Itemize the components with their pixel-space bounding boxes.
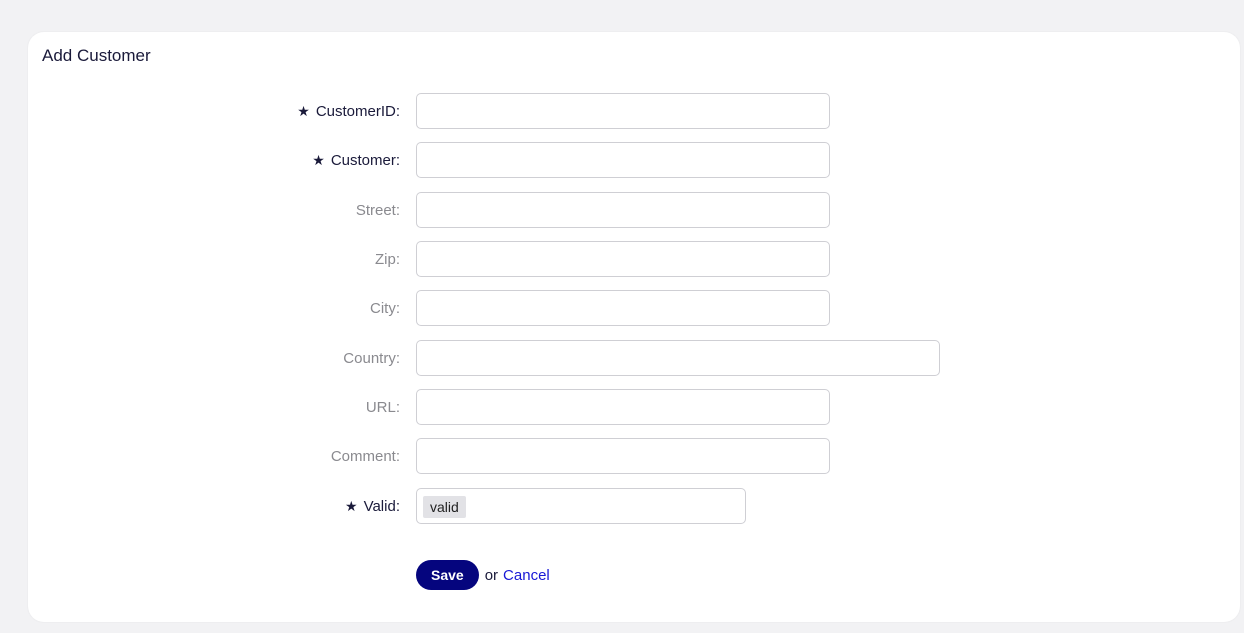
customer-input[interactable] [416,142,830,178]
or-text: or [484,566,499,584]
street-input[interactable] [416,192,830,228]
url-row: URL: [28,389,1240,427]
comment-row: Comment: [28,438,1240,476]
customer-id-input[interactable] [416,93,830,129]
country-label: Country: [343,350,400,367]
street-label: Street: [355,202,400,219]
city-row: City: [28,290,1240,328]
panel-title: Add Customer [42,46,151,65]
customer-label-text: Customer: [330,152,400,169]
required-star-icon: ★ [345,498,358,514]
customer-id-label-text: CustomerID: [315,103,400,120]
comment-input[interactable] [416,438,830,474]
valid-row: ★ Valid: valid [28,488,1240,526]
street-row: Street: [28,192,1240,230]
valid-select[interactable]: valid [416,488,746,524]
required-star-icon: ★ [297,103,310,119]
required-star-icon: ★ [312,152,325,168]
form-actions: Save or Cancel [416,558,550,592]
zip-row: Zip: [28,241,1240,279]
country-input[interactable] [416,340,940,376]
valid-label-text: Valid: [363,498,400,515]
zip-label: Zip: [374,251,400,268]
customer-row: ★ Customer: [28,142,1240,180]
cancel-link[interactable]: Cancel [503,567,550,584]
zip-input[interactable] [416,241,830,277]
comment-label: Comment: [330,448,400,465]
customer-id-row: ★ CustomerID: [28,93,1240,131]
url-label: URL: [365,399,400,416]
city-label: City: [370,300,400,317]
city-input[interactable] [416,290,830,326]
country-row: Country: [28,340,1240,378]
valid-label: ★ Valid: [345,498,400,515]
customer-id-label: ★ CustomerID: [297,103,400,120]
customer-label: ★ Customer: [312,152,400,169]
save-button[interactable]: Save [416,560,479,590]
valid-selected-value[interactable]: valid [423,496,466,518]
add-customer-panel: Add Customer ★ CustomerID: ★ Customer: Str… [28,32,1240,622]
url-input[interactable] [416,389,830,425]
